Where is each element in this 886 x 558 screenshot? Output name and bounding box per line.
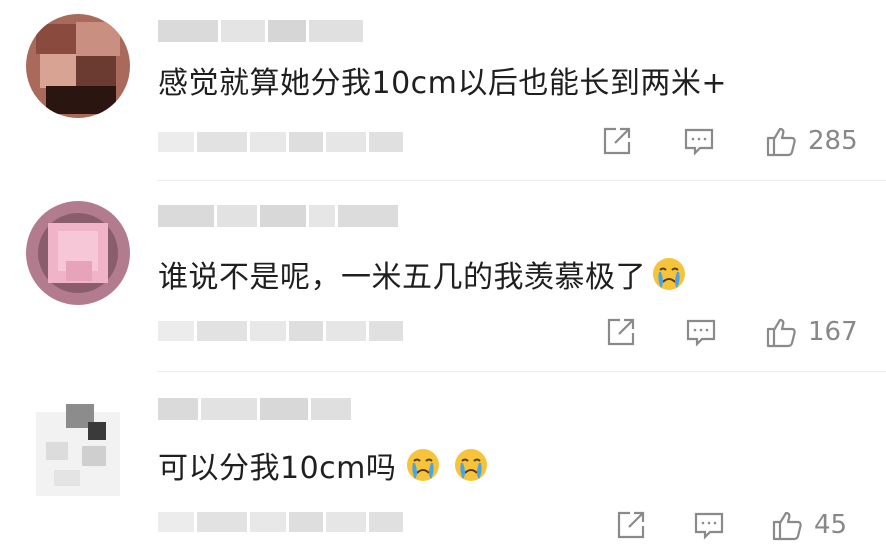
- comment-actions: 45: [614, 508, 847, 542]
- crying-face-emoji: [650, 255, 688, 293]
- thumbs-up-icon[interactable]: [764, 124, 798, 158]
- comment-item: 可以分我10cm吗 45: [0, 372, 886, 558]
- thumbs-up-icon[interactable]: [764, 315, 798, 349]
- comment-text: 谁说不是呢，一米五几的我羡慕极了: [158, 255, 688, 298]
- avatar[interactable]: [26, 392, 130, 496]
- comment-icon[interactable]: [682, 124, 716, 158]
- comment-text-body: 谁说不是呢，一米五几的我羡慕极了: [158, 260, 646, 295]
- comment-meta-redacted: [158, 321, 403, 341]
- share-icon[interactable]: [614, 508, 648, 542]
- thumbs-up-icon[interactable]: [770, 508, 804, 542]
- like-count: 45: [814, 510, 848, 540]
- like-count: 285: [808, 126, 858, 156]
- like-count: 167: [808, 317, 858, 347]
- comment-item: 谁说不是呢，一米五几的我羡慕极了 167: [0, 181, 886, 371]
- comment-actions: 167: [604, 315, 858, 349]
- share-icon[interactable]: [604, 315, 638, 349]
- avatar[interactable]: [26, 201, 130, 305]
- comment-icon[interactable]: [692, 508, 726, 542]
- comment-text: 可以分我10cm吗: [158, 446, 490, 489]
- crying-face-emoji: [404, 446, 442, 484]
- comment-actions: 285: [600, 124, 858, 158]
- comment-meta-redacted: [158, 132, 403, 152]
- username-redacted: [158, 205, 398, 227]
- comment-text-body: 可以分我10cm吗: [158, 451, 397, 486]
- comment-meta-redacted: [158, 512, 403, 532]
- comment-item: 感觉就算她分我10cm以后也能长到两米+ 285: [0, 0, 886, 180]
- share-icon[interactable]: [600, 124, 634, 158]
- avatar[interactable]: [26, 14, 130, 118]
- crying-face-emoji: [452, 446, 490, 484]
- username-redacted: [158, 398, 351, 420]
- comment-icon[interactable]: [684, 315, 718, 349]
- comment-text: 感觉就算她分我10cm以后也能长到两米+: [158, 66, 728, 101]
- username-redacted: [158, 20, 363, 42]
